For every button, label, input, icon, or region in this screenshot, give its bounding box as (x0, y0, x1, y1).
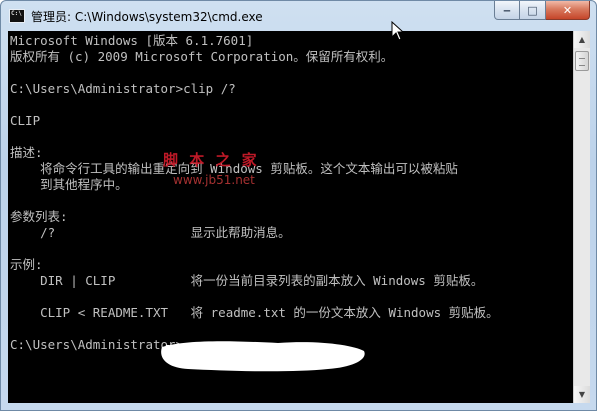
cmd-app-icon[interactable]: C:\ (9, 9, 25, 23)
console-line: /? 显示此帮助消息。 (10, 225, 291, 240)
console-line: CLIP (10, 113, 41, 128)
console-line: 示例: (10, 257, 43, 272)
console-line: 参数列表: (10, 209, 68, 224)
maximize-button[interactable]: □ (520, 1, 546, 20)
console-line: 描述: (10, 145, 43, 160)
minimize-button[interactable]: ‒ (494, 1, 520, 20)
vertical-scrollbar[interactable]: ▲ ▼ (573, 31, 590, 403)
console-line: Microsoft Windows [版本 6.1.7601] (10, 33, 254, 48)
console-line: DIR | CLIP 将一份当前目录列表的副本放入 Windows 剪贴板。 (10, 273, 484, 288)
title-bar[interactable]: C:\ 管理员: C:\Windows\system32\cmd.exe ‒ □… (1, 1, 596, 31)
redaction-label: KO (163, 342, 192, 363)
watermark-text: 脚 本 之 家 (163, 151, 260, 169)
console-line: 到其他程序中。 (10, 177, 128, 192)
watermark-url: www.jb51.net (173, 173, 255, 187)
scroll-up-arrow-icon[interactable]: ▲ (574, 31, 590, 48)
close-button[interactable]: ✕ (546, 1, 590, 20)
scroll-down-arrow-icon[interactable]: ▼ (574, 386, 590, 403)
console-line: 版权所有 (c) 2009 Microsoft Corporation。保留所有… (10, 49, 394, 64)
window-controls: ‒ □ ✕ (494, 1, 590, 21)
mouse-pointer-icon (391, 21, 405, 41)
console-line: C:\Users\Administrator>clip /? (10, 81, 236, 96)
cmd-window: C:\ 管理员: C:\Windows\system32\cmd.exe ‒ □… (0, 0, 597, 411)
scroll-thumb[interactable] (575, 51, 589, 71)
console-line: CLIP < README.TXT 将 readme.txt 的一份文本放入 W… (10, 305, 499, 320)
window-title: 管理员: C:\Windows\system32\cmd.exe (31, 10, 263, 24)
console-output[interactable]: Microsoft Windows [版本 6.1.7601] 版权所有 (c)… (8, 31, 573, 403)
cmd-app-icon-label: C:\ (11, 10, 22, 17)
